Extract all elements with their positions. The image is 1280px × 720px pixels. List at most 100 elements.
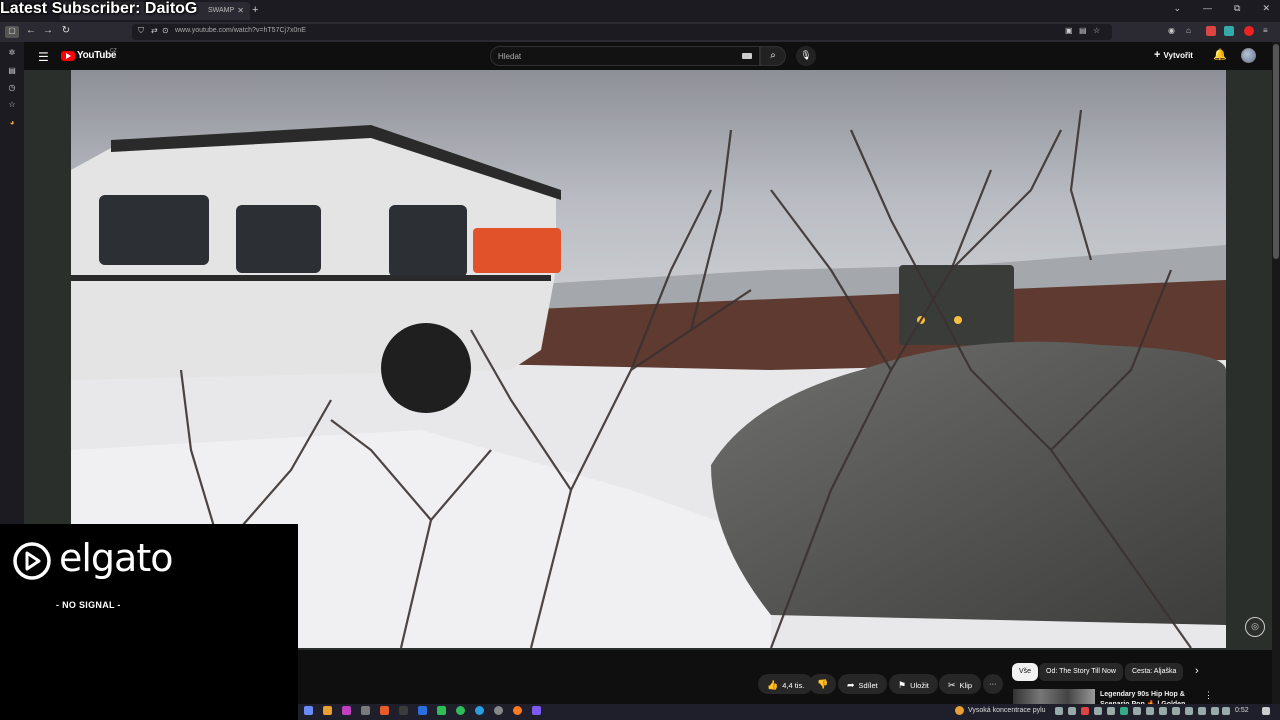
notification-icon[interactable] (1262, 707, 1270, 715)
app-excel-icon[interactable] (437, 706, 446, 715)
extension-sidebar-icon[interactable]: ◕ (7, 118, 17, 128)
tray-icon-6[interactable] (1120, 707, 1128, 715)
no-signal-label: - NO SIGNAL - (56, 600, 121, 610)
tray-icon-4[interactable] (1094, 707, 1102, 715)
shield-icon[interactable]: ⛉ (138, 26, 144, 36)
clock[interactable]: 0:52 (1235, 707, 1249, 714)
wifi-icon[interactable] (1198, 707, 1206, 715)
new-tab-button[interactable]: + (252, 4, 258, 16)
extension-record-icon[interactable] (1244, 26, 1254, 36)
recommendation-more-icon[interactable]: ⋮ (1204, 690, 1213, 701)
tray-icon-7[interactable] (1133, 707, 1141, 715)
permissions-icon[interactable]: ⇄ (151, 26, 158, 35)
app-instagram-icon[interactable] (342, 706, 351, 715)
battery-icon[interactable] (1222, 707, 1230, 715)
bookmark-icon: ⚑ (898, 680, 907, 690)
reader-view-icon[interactable]: ▤ (1079, 26, 1087, 35)
forward-arrow-icon[interactable]: → (41, 25, 55, 36)
app-terminal-icon[interactable] (361, 706, 370, 715)
volume-icon[interactable] (1211, 707, 1219, 715)
extension-red-icon[interactable] (1206, 26, 1216, 36)
tray-icon-3[interactable] (1081, 707, 1089, 715)
tray-icon-5[interactable] (1107, 707, 1115, 715)
bookmarks-icon[interactable]: ☆ (7, 100, 17, 110)
scrollbar-thumb[interactable] (1273, 44, 1279, 259)
save-button[interactable]: ⚑ Uložit (889, 674, 938, 694)
picture-in-picture-icon[interactable]: ▣ (1065, 26, 1073, 35)
reload-icon[interactable]: ↻ (59, 25, 73, 36)
bookmark-star-icon[interactable]: ☆ (1093, 26, 1100, 35)
sidebar-toggle-icon[interactable]: ▢ (5, 26, 19, 38)
close-window-button[interactable]: ✕ (1262, 3, 1270, 14)
recommendation-thumbnail[interactable] (1013, 689, 1095, 704)
create-button[interactable]: + Vytvořit (1154, 49, 1193, 61)
restore-button[interactable]: ⧉ (1234, 3, 1240, 14)
tray-icon-1[interactable] (1055, 707, 1063, 715)
like-button[interactable]: 👍 4,4 tis. (758, 674, 814, 694)
keyboard-icon[interactable] (742, 53, 752, 59)
like-count: 4,4 tis. (782, 681, 805, 690)
search-button[interactable]: ⌕ (760, 46, 786, 66)
tray-icon-9[interactable] (1159, 707, 1167, 715)
start-icon[interactable] (304, 706, 313, 715)
weather-status[interactable]: Vysoká koncentrace pylu (956, 707, 1046, 714)
elgato-logo-icon (13, 542, 51, 580)
app-zoom-icon[interactable] (418, 706, 427, 715)
dislike-button[interactable]: 👎 (809, 674, 837, 694)
weather-status-text: Vysoká koncentrace pylu (968, 707, 1046, 714)
search-placeholder: Hledat (498, 52, 522, 61)
vehicle-distant (899, 265, 1014, 345)
downloads-icon[interactable]: ▤ (7, 66, 17, 76)
extensions-icon[interactable]: ⌂ (1186, 26, 1191, 35)
create-label: Vytvořit (1163, 51, 1193, 60)
tray-icon-2[interactable] (1068, 707, 1076, 715)
history-icon[interactable]: ◷ (7, 83, 17, 93)
tab-close-icon[interactable]: ✕ (237, 6, 244, 15)
hamburger-menu-icon[interactable]: ≡ (1263, 26, 1268, 35)
window-controls: ⌄ — ⧉ ✕ (1173, 3, 1270, 14)
app-spotify-icon[interactable] (456, 706, 465, 715)
extension-teal-icon[interactable] (1224, 26, 1234, 36)
chevron-down-icon[interactable]: ⌄ (1173, 3, 1181, 14)
avatar[interactable] (1241, 48, 1256, 63)
minimize-button[interactable]: — (1203, 3, 1212, 14)
app-edge-icon[interactable] (475, 706, 484, 715)
tray-icon-8[interactable] (1146, 707, 1154, 715)
browser-nav-bar: ▢ ← → ↻ ⛉ ⇄ ⊙ www.youtube.com/watch?v=hT… (0, 22, 1280, 42)
more-actions-button[interactable]: ··· (983, 674, 1003, 694)
app-discord-icon[interactable] (532, 706, 541, 715)
search-icon: ⌕ (770, 50, 776, 61)
share-icon: ➦ (847, 680, 855, 690)
share-button[interactable]: ➦ Sdílet (838, 674, 887, 694)
notifications-bell-icon[interactable]: 🔔 (1213, 48, 1227, 61)
chip-all[interactable]: Vše (1012, 663, 1039, 681)
scissors-icon: ✂ (948, 680, 956, 690)
ai-chat-icon[interactable]: ✲ (7, 48, 17, 58)
app-clock-icon[interactable] (494, 706, 503, 715)
latest-subscriber-overlay: Latest Subscriber: DaitoG (0, 0, 198, 17)
clip-button[interactable]: ✂ Klip (939, 674, 982, 694)
youtube-logo-icon[interactable] (61, 51, 75, 61)
chip-channel[interactable]: Od: The Story Till Now (1039, 663, 1123, 681)
back-arrow-icon[interactable]: ← (24, 25, 38, 36)
search-input[interactable] (490, 46, 760, 66)
tray-icon-10[interactable] (1172, 707, 1180, 715)
account-icon[interactable]: ◉ (1168, 26, 1175, 35)
chevron-right-icon[interactable]: › (1195, 665, 1199, 677)
app-generic-icon[interactable] (399, 706, 408, 715)
lock-icon[interactable]: ⊙ (162, 26, 169, 35)
capture-brand: elgato (59, 536, 173, 580)
voice-search-button[interactable]: 🎙 (796, 46, 816, 66)
app-vlc-icon[interactable] (323, 706, 332, 715)
hamburger-menu-icon[interactable]: ☰ (38, 50, 49, 64)
country-code: CZ (110, 48, 117, 54)
url-text[interactable]: www.youtube.com/watch?v=hT57Cj7x0nE (175, 27, 306, 34)
vehicle-camper (71, 125, 561, 413)
channel-watermark-icon[interactable]: ◎ (1245, 617, 1265, 637)
tray-icon-11[interactable] (1185, 707, 1193, 715)
app-firefox-icon[interactable] (513, 706, 522, 715)
recommendation-title[interactable]: Legendary 90s Hip Hop & Scenario Pop 🔥 |… (1100, 690, 1195, 704)
save-label: Uložit (910, 681, 929, 690)
app-brave-icon[interactable] (380, 706, 389, 715)
chip-topic[interactable]: Cesta: Aljaška (1125, 663, 1184, 681)
